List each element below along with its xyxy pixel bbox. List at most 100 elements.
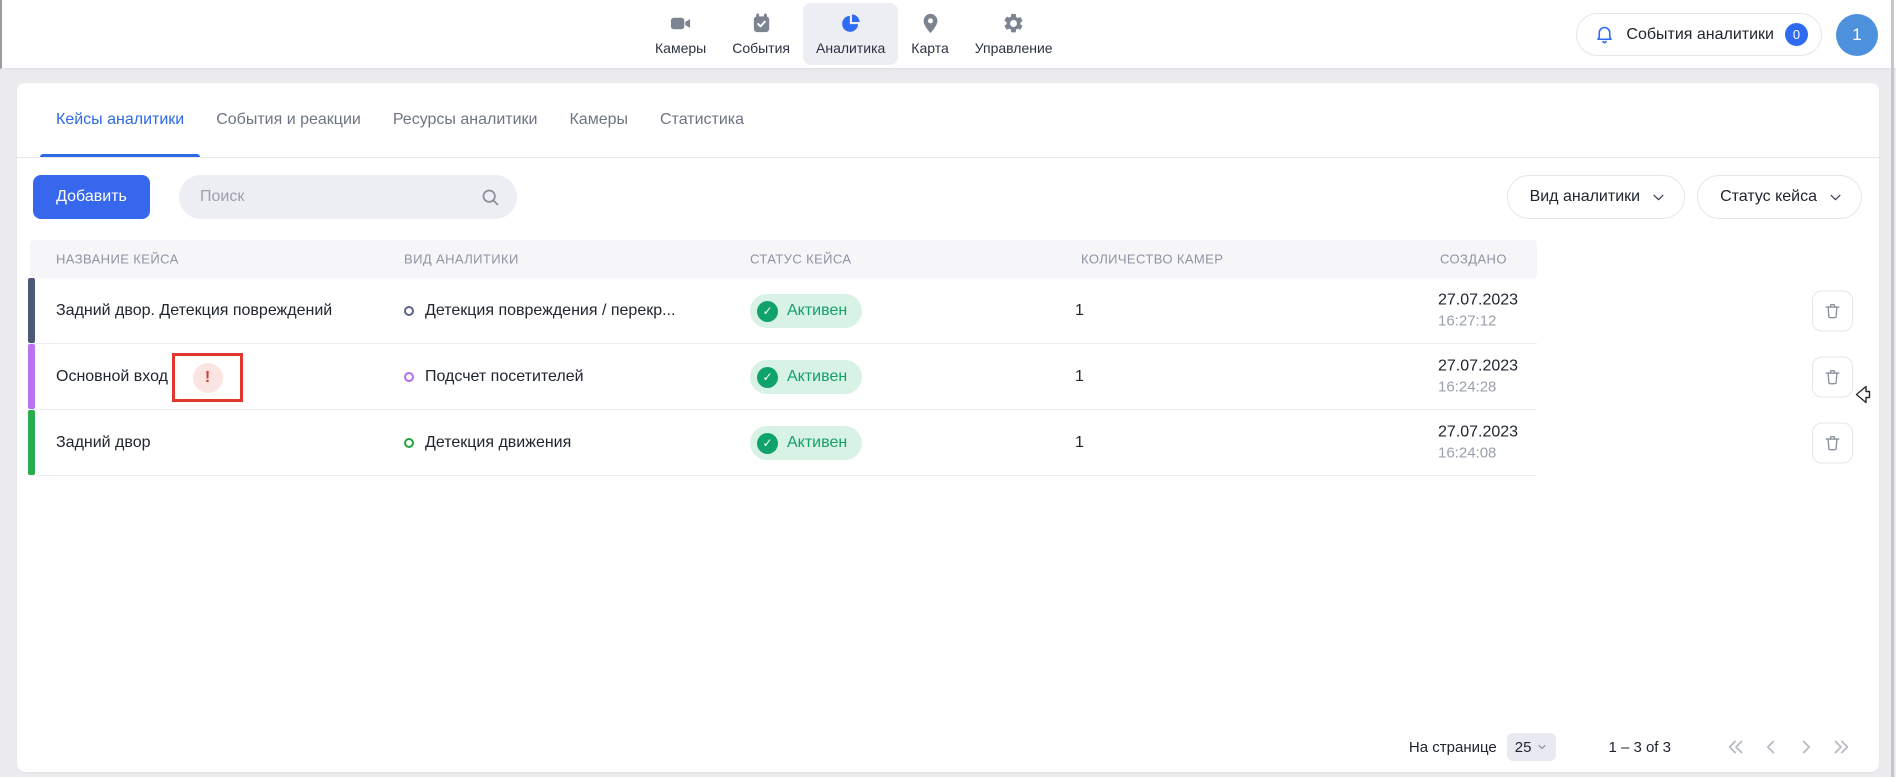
next-page-button[interactable] bbox=[1793, 734, 1819, 760]
chevron-down-icon bbox=[1828, 190, 1843, 205]
case-status-filter[interactable]: Статус кейса bbox=[1697, 175, 1862, 219]
chevron-left-icon bbox=[1760, 736, 1782, 758]
analytics-type-dot-icon bbox=[404, 372, 414, 382]
map-pin-icon bbox=[919, 12, 942, 35]
status-label: Активен bbox=[787, 302, 847, 320]
gear-icon bbox=[1002, 12, 1025, 35]
camera-count: 1 bbox=[1075, 368, 1084, 386]
analytics-type-filter-label: Вид аналитики bbox=[1530, 188, 1641, 206]
created-cell: 27.07.2023 16:27:12 bbox=[1438, 291, 1518, 332]
topbar-right: События аналитики 0 1 bbox=[1576, 0, 1878, 69]
mouse-cursor bbox=[1855, 384, 1871, 406]
add-case-button[interactable]: Добавить bbox=[33, 175, 150, 219]
nav-item-management[interactable]: Управление bbox=[962, 3, 1066, 65]
analytics-events-button[interactable]: События аналитики 0 bbox=[1576, 13, 1822, 56]
created-time: 16:27:12 bbox=[1438, 313, 1518, 332]
delete-case-button[interactable] bbox=[1812, 423, 1853, 464]
created-date: 27.07.2023 bbox=[1438, 291, 1518, 311]
trash-icon bbox=[1823, 302, 1842, 321]
chevron-down-icon bbox=[1536, 741, 1548, 753]
analytics-type-dot-icon bbox=[404, 306, 414, 316]
status-badge: ✓ Активен bbox=[750, 426, 862, 460]
main-nav: Камеры События Аналитика Карта Управлени… bbox=[642, 3, 1066, 65]
status-badge: ✓ Активен bbox=[750, 294, 862, 328]
bell-icon bbox=[1594, 24, 1615, 45]
analytics-type-label: Детекция повреждения / перекр... bbox=[425, 302, 675, 320]
tab-events-reactions[interactable]: События и реакции bbox=[200, 83, 377, 157]
row-accent-bar bbox=[28, 344, 35, 409]
created-date: 27.07.2023 bbox=[1438, 423, 1518, 443]
delete-case-button[interactable] bbox=[1812, 357, 1853, 398]
case-name: Задний двор bbox=[56, 434, 151, 452]
tab-analytics-cases[interactable]: Кейсы аналитики bbox=[40, 83, 200, 157]
created-cell: 27.07.2023 16:24:08 bbox=[1438, 423, 1518, 464]
column-header-case-status: СТАТУС КЕЙСА bbox=[750, 252, 851, 267]
check-circle-icon: ✓ bbox=[757, 367, 778, 388]
check-circle-icon: ✓ bbox=[757, 433, 778, 454]
table-row[interactable]: Задний двор Детекция движения ✓ Активен … bbox=[17, 410, 1879, 476]
row-divider bbox=[30, 475, 1537, 476]
column-header-case-name: НАЗВАНИЕ КЕЙСА bbox=[56, 252, 179, 267]
row-accent-bar bbox=[28, 278, 35, 343]
table-row[interactable]: Задний двор. Детекция повреждений Детекц… bbox=[17, 278, 1879, 344]
nav-item-cameras[interactable]: Камеры bbox=[642, 3, 719, 65]
previous-page-button[interactable] bbox=[1758, 734, 1784, 760]
analytics-type-label: Детекция движения bbox=[425, 434, 571, 452]
first-page-button[interactable] bbox=[1723, 734, 1749, 760]
created-cell: 27.07.2023 16:24:28 bbox=[1438, 357, 1518, 398]
last-page-button[interactable] bbox=[1828, 734, 1854, 760]
window-right-edge bbox=[1891, 0, 1894, 777]
toolbar: Добавить Вид аналитики Статус кейса bbox=[33, 175, 1862, 219]
analytics-cases-panel: Кейсы аналитики События и реакции Ресурс… bbox=[17, 83, 1879, 772]
analytics-type-label: Подсчет посетителей bbox=[425, 368, 584, 386]
topbar: Камеры События Аналитика Карта Управлени… bbox=[0, 0, 1896, 69]
nav-label: Карта bbox=[911, 40, 948, 56]
case-name: Основной вход bbox=[56, 368, 168, 386]
nav-item-analytics[interactable]: Аналитика bbox=[803, 3, 898, 65]
section-tabs: Кейсы аналитики События и реакции Ресурс… bbox=[40, 83, 760, 157]
pager bbox=[1723, 734, 1854, 760]
status-label: Активен bbox=[787, 434, 847, 452]
table-footer: На странице 25 1 – 3 of 3 bbox=[1409, 733, 1854, 761]
column-header-created: СОЗДАНО bbox=[1440, 252, 1507, 267]
user-avatar[interactable]: 1 bbox=[1836, 14, 1878, 56]
filters: Вид аналитики Статус кейса bbox=[1507, 175, 1862, 219]
row-accent-bar bbox=[28, 410, 35, 475]
tab-analytics-resources[interactable]: Ресурсы аналитики bbox=[377, 83, 554, 157]
chevron-right-icon bbox=[1795, 736, 1817, 758]
tab-statistics[interactable]: Статистика bbox=[644, 83, 760, 157]
case-status-filter-label: Статус кейса bbox=[1720, 188, 1817, 206]
table-row[interactable]: Основной вход ! Подсчет посетителей ✓ Ак… bbox=[17, 344, 1879, 410]
nav-item-events[interactable]: События bbox=[719, 3, 803, 65]
search-input[interactable] bbox=[200, 188, 480, 206]
status-badge: ✓ Активен bbox=[750, 360, 862, 394]
camera-count: 1 bbox=[1075, 434, 1084, 452]
chevron-down-icon bbox=[1651, 190, 1666, 205]
delete-case-button[interactable] bbox=[1812, 291, 1853, 332]
analytics-type-cell: Детекция повреждения / перекр... bbox=[404, 302, 675, 320]
per-page-value: 25 bbox=[1515, 739, 1532, 756]
tabs-separator bbox=[17, 157, 1879, 158]
calendar-check-icon bbox=[750, 12, 773, 35]
nav-item-map[interactable]: Карта bbox=[898, 3, 961, 65]
search-field bbox=[179, 175, 517, 219]
video-camera-icon bbox=[669, 12, 692, 35]
nav-label: События bbox=[732, 40, 790, 56]
column-header-camera-count: КОЛИЧЕСТВО КАМЕР bbox=[1081, 252, 1223, 267]
nav-label: Аналитика bbox=[816, 40, 885, 56]
created-time: 16:24:28 bbox=[1438, 379, 1518, 398]
pie-chart-icon bbox=[839, 12, 862, 35]
status-label: Активен bbox=[787, 368, 847, 386]
per-page-label: На странице bbox=[1409, 739, 1497, 756]
analytics-type-cell: Подсчет посетителей bbox=[404, 368, 584, 386]
warning-icon[interactable]: ! bbox=[193, 363, 223, 393]
nav-label: Камеры bbox=[655, 40, 706, 56]
search-icon[interactable] bbox=[480, 187, 501, 208]
tab-cameras[interactable]: Камеры bbox=[553, 83, 644, 157]
events-count-badge: 0 bbox=[1785, 23, 1808, 46]
per-page-select[interactable]: 25 bbox=[1507, 733, 1557, 761]
analytics-type-filter[interactable]: Вид аналитики bbox=[1507, 175, 1686, 219]
column-header-analytics-type: ВИД АНАЛИТИКИ bbox=[404, 252, 519, 267]
created-date: 27.07.2023 bbox=[1438, 357, 1518, 377]
pagination-range: 1 – 3 of 3 bbox=[1608, 739, 1671, 756]
